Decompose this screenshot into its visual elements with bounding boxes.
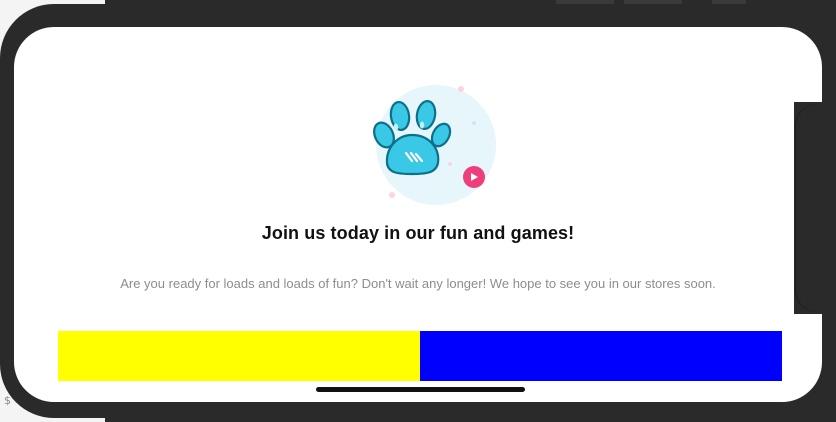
decor-dot — [389, 192, 395, 198]
decor-dot — [472, 121, 476, 125]
decor-dot — [448, 162, 452, 166]
decor-dot — [458, 86, 464, 92]
paw-illustration — [373, 85, 496, 205]
right-action-button[interactable] — [420, 331, 782, 381]
onboarding-subtitle: Are you ready for loads and loads of fun… — [120, 276, 716, 291]
device-frame: Join us today in our fun and games! Are … — [0, 4, 836, 418]
onboarding-title: Join us today in our fun and games! — [261, 223, 575, 243]
device-screen: Join us today in our fun and games! Are … — [14, 27, 822, 402]
home-indicator[interactable] — [316, 387, 525, 392]
stage: $ Join us today in our fun and games! Ar… — [0, 0, 836, 422]
left-action-button[interactable] — [58, 331, 420, 381]
device-notch — [796, 104, 836, 312]
play-icon — [463, 166, 485, 188]
paw-gloss — [419, 121, 425, 129]
action-button-row — [58, 331, 782, 381]
